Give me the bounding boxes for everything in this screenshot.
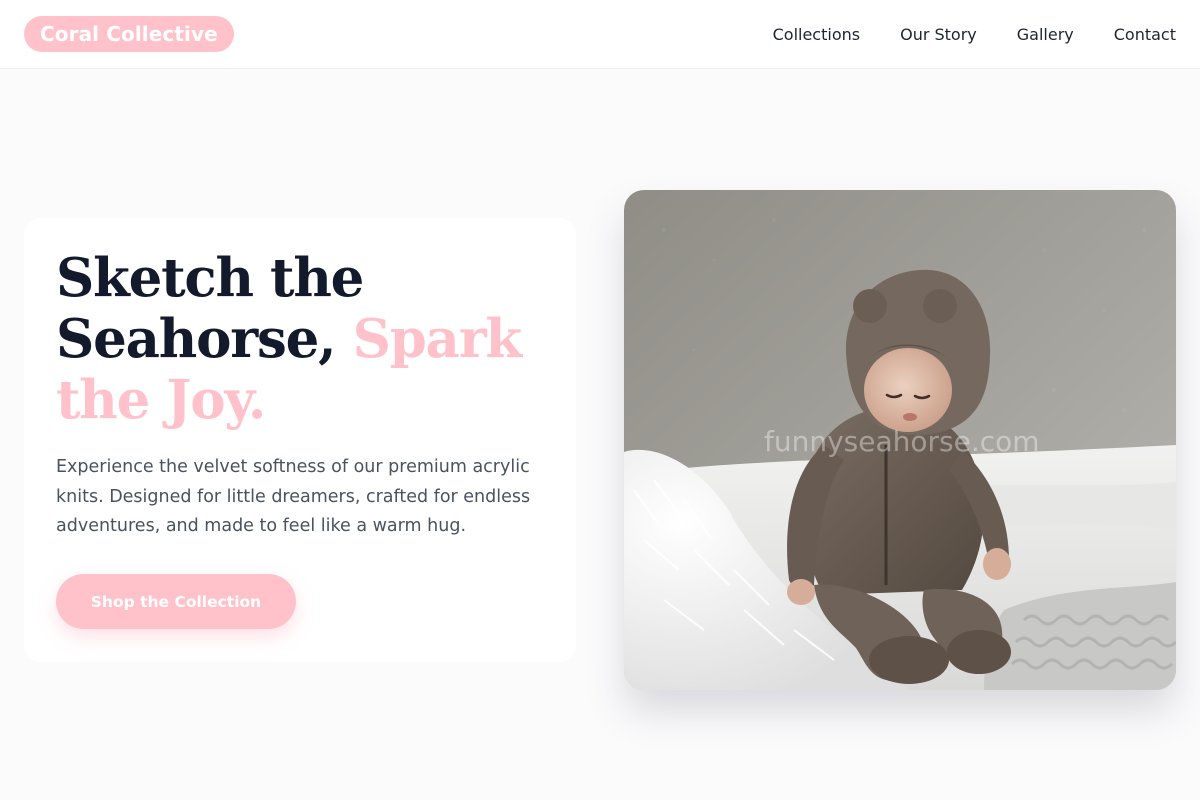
baby-photo-illustration: funnyseahorse.com: [624, 190, 1176, 690]
hero-text-card: Sketch the Seahorse, Spark the Joy. Expe…: [24, 218, 576, 662]
site-header: Coral Collective Collections Our Story G…: [0, 0, 1200, 69]
main-nav: Collections Our Story Gallery Contact: [773, 0, 1176, 68]
shop-collection-button[interactable]: Shop the Collection: [56, 574, 296, 629]
nav-link-contact[interactable]: Contact: [1114, 25, 1176, 44]
photo-watermark: funnyseahorse.com: [764, 425, 1040, 458]
hero-title: Sketch the Seahorse, Spark the Joy.: [56, 248, 556, 431]
brand-logo[interactable]: Coral Collective: [24, 16, 234, 52]
hero-title-main: Sketch the Seahorse,: [56, 247, 364, 370]
nav-link-collections[interactable]: Collections: [773, 25, 860, 44]
hero-photo: funnyseahorse.com: [624, 190, 1176, 690]
nav-link-gallery[interactable]: Gallery: [1017, 25, 1074, 44]
nav-link-our-story[interactable]: Our Story: [900, 25, 977, 44]
hero-description: Experience the velvet softness of our pr…: [56, 457, 531, 536]
